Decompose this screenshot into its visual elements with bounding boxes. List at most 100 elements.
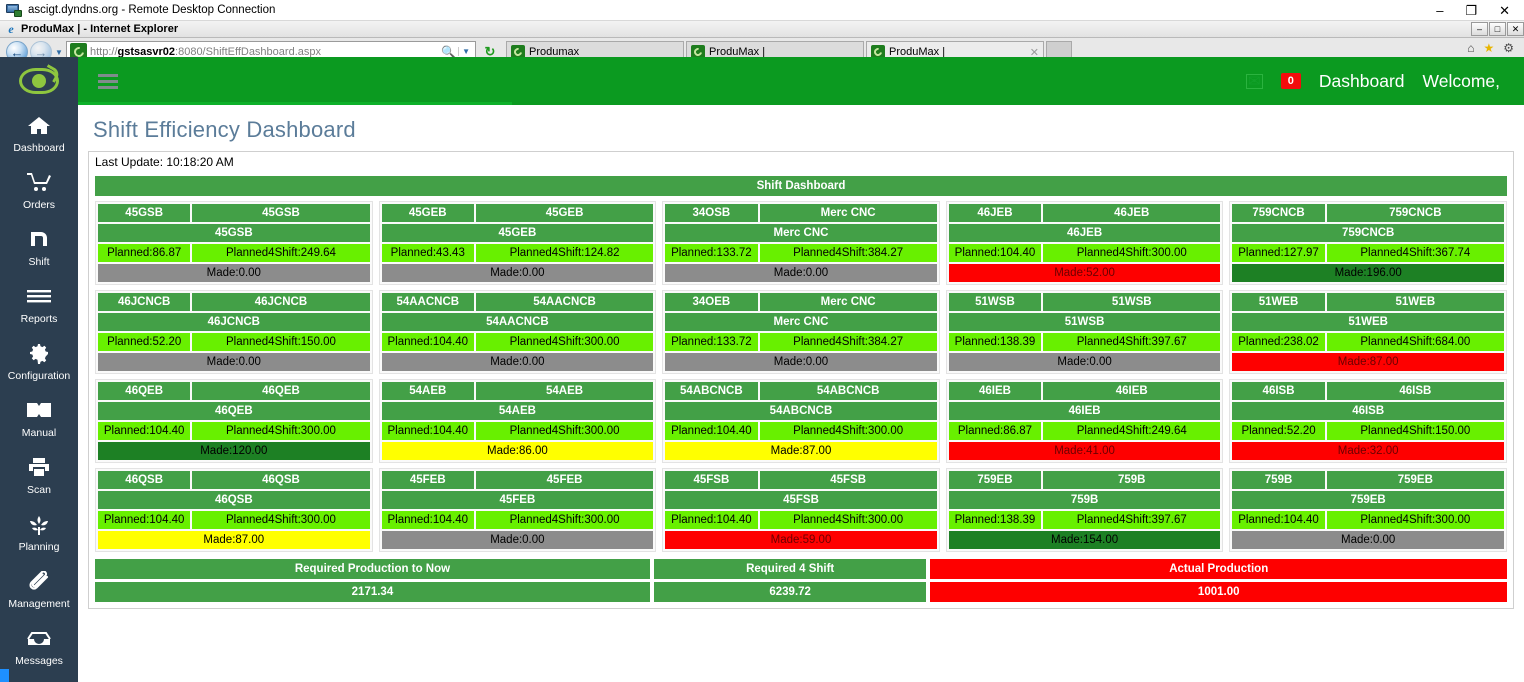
browser-minimize-button[interactable]: – [1471, 22, 1488, 36]
card-code-right: 54AACNCB [476, 293, 653, 311]
welcome-label[interactable]: Welcome, [1423, 71, 1500, 92]
machine-card[interactable]: 54ABCNCB54ABCNCB 54ABCNCB Planned:104.40… [662, 379, 940, 463]
sidebar-item-dashboard[interactable]: Dashboard [0, 105, 78, 162]
envelope-icon[interactable]: ✉ [1246, 74, 1263, 89]
sidebar-item-reports[interactable]: Reports [0, 276, 78, 333]
card-planned4shift: Planned4Shift:300.00 [192, 511, 369, 529]
sidebar-item-configuration[interactable]: Configuration [0, 333, 78, 390]
dashboard-row: 46JCNCB46JCNCB 46JCNCB Planned:52.20Plan… [95, 290, 1507, 374]
produmax-logo[interactable] [0, 57, 78, 105]
card-code-left: 51WSB [949, 293, 1041, 311]
card-planned: Planned:138.39 [949, 511, 1041, 529]
machine-card[interactable]: 54AACNCB54AACNCB 54AACNCB Planned:104.40… [379, 290, 657, 374]
machine-card[interactable]: 46QEB46QEB 46QEB Planned:104.40Planned4S… [95, 379, 373, 463]
machine-card[interactable]: 34OSBMerc CNC Merc CNC Planned:133.72Pla… [662, 201, 940, 285]
machine-card[interactable]: 54AEB54AEB 54AEB Planned:104.40Planned4S… [379, 379, 657, 463]
card-made: Made:0.00 [382, 264, 654, 282]
card-code-left: 46JCNCB [98, 293, 190, 311]
browser-titlebar: ProduMax | - Internet Explorer – □ ✕ [0, 21, 1524, 38]
machine-card[interactable]: 46JEB46JEB 46JEB Planned:104.40Planned4S… [946, 201, 1224, 285]
card-code-right: 759B [1043, 471, 1220, 489]
card-planned4shift: Planned4Shift:150.00 [1327, 422, 1504, 440]
card-planned4shift: Planned4Shift:300.00 [476, 333, 653, 351]
card-planned: Planned:52.20 [1232, 422, 1324, 440]
machine-card[interactable]: 46JCNCB46JCNCB 46JCNCB Planned:52.20Plan… [95, 290, 373, 374]
card-planned: Planned:133.72 [665, 333, 757, 351]
card-code-right: 54ABCNCB [760, 382, 937, 400]
sidebar-item-manual-label: Manual [0, 427, 78, 439]
card-planned: Planned:86.87 [949, 422, 1041, 440]
card-made: Made:87.00 [665, 442, 937, 460]
sidebar-item-planning[interactable]: Planning [0, 504, 78, 561]
sidebar-item-shift[interactable]: Shift [0, 219, 78, 276]
card-planned4shift: Planned4Shift:384.27 [760, 333, 937, 351]
card-code-right: 46QSB [192, 471, 369, 489]
last-update-label: Last Update: 10:18:20 AM [88, 151, 1514, 172]
machine-card[interactable]: 45GSB45GSB 45GSB Planned:86.87Planned4Sh… [95, 201, 373, 285]
card-code-left: 54ABCNCB [665, 382, 757, 400]
notification-badge[interactable]: 0 [1281, 73, 1301, 89]
browser-maximize-button[interactable]: □ [1489, 22, 1506, 36]
cart-icon [0, 172, 78, 198]
summary-label: Required 4 Shift [654, 559, 927, 579]
card-planned4shift: Planned4Shift:684.00 [1327, 333, 1504, 351]
paperclip-icon [0, 571, 78, 597]
favorites-icon[interactable]: ★ [1483, 41, 1494, 55]
card-code-left: 34OSB [665, 204, 757, 222]
sidebar-item-management[interactable]: Management [0, 561, 78, 618]
card-planned: Planned:104.40 [98, 422, 190, 440]
sidebar-item-messages[interactable]: Messages [0, 618, 78, 675]
machine-card[interactable]: 46ISB46ISB 46ISB Planned:52.20Planned4Sh… [1229, 379, 1507, 463]
card-planned: Planned:133.72 [665, 244, 757, 262]
dashboard-link[interactable]: Dashboard [1319, 71, 1405, 92]
card-planned4shift: Planned4Shift:300.00 [760, 422, 937, 440]
browser-close-button[interactable]: ✕ [1507, 22, 1524, 36]
machine-card[interactable]: 46IEB46IEB 46IEB Planned:86.87Planned4Sh… [946, 379, 1224, 463]
chevron-down-icon[interactable]: ▼ [458, 47, 473, 56]
machine-card[interactable]: 45FEB45FEB 45FEB Planned:104.40Planned4S… [379, 468, 657, 552]
card-planned: Planned:138.39 [949, 333, 1041, 351]
summary-required-to-now: Required Production to Now 2171.34 [95, 559, 650, 602]
book-icon [0, 400, 78, 426]
card-planned4shift: Planned4Shift:124.82 [476, 244, 653, 262]
machine-card[interactable]: 34OEBMerc CNC Merc CNC Planned:133.72Pla… [662, 290, 940, 374]
card-code-right: 46JCNCB [192, 293, 369, 311]
rdp-minimize-button[interactable]: – [1436, 4, 1443, 17]
card-planned: Planned:43.43 [382, 244, 474, 262]
machine-card[interactable]: 46QSB46QSB 46QSB Planned:104.40Planned4S… [95, 468, 373, 552]
topbar: ✉ 0 Dashboard Welcome, [78, 57, 1524, 105]
card-title: 45GSB [98, 224, 370, 242]
card-code-left: 54AEB [382, 382, 474, 400]
card-title: 51WSB [949, 313, 1221, 331]
sidebar-item-manual[interactable]: Manual [0, 390, 78, 447]
sidebar-item-scan-label: Scan [0, 484, 78, 496]
machine-card[interactable]: 45GEB45GEB 45GEB Planned:43.43Planned4Sh… [379, 201, 657, 285]
rdp-restore-button[interactable]: ❐ [1465, 4, 1477, 17]
card-planned: Planned:52.20 [98, 333, 190, 351]
card-planned: Planned:104.40 [382, 511, 474, 529]
hamburger-icon[interactable] [98, 74, 118, 89]
card-title: 45FSB [665, 491, 937, 509]
card-code-left: 759EB [949, 471, 1041, 489]
home-icon[interactable]: ⌂ [1467, 41, 1474, 55]
machine-card[interactable]: 51WSB51WSB 51WSB Planned:138.39Planned4S… [946, 290, 1224, 374]
card-title: 45GEB [382, 224, 654, 242]
card-planned4shift: Planned4Shift:397.67 [1043, 511, 1220, 529]
sidebar-item-scan[interactable]: Scan [0, 447, 78, 504]
machine-card[interactable]: 759EB759B 759B Planned:138.39Planned4Shi… [946, 468, 1224, 552]
internet-explorer-icon [4, 23, 18, 36]
card-title: 759B [949, 491, 1221, 509]
card-code-right: 45GSB [192, 204, 369, 222]
sidebar-item-orders[interactable]: Orders [0, 162, 78, 219]
summary-value: 2171.34 [95, 582, 650, 602]
machine-card[interactable]: 759CNCB759CNCB 759CNCB Planned:127.97Pla… [1229, 201, 1507, 285]
machine-card[interactable]: 45FSB45FSB 45FSB Planned:104.40Planned4S… [662, 468, 940, 552]
card-made: Made:41.00 [949, 442, 1221, 460]
sidebar-item-dashboard-label: Dashboard [0, 142, 78, 154]
card-made: Made:0.00 [98, 353, 370, 371]
rdp-close-button[interactable]: ✕ [1499, 4, 1510, 17]
gear-icon[interactable]: ⚙ [1503, 41, 1514, 55]
card-code-left: 45GEB [382, 204, 474, 222]
machine-card[interactable]: 51WEB51WEB 51WEB Planned:238.02Planned4S… [1229, 290, 1507, 374]
machine-card[interactable]: 759B759EB 759EB Planned:104.40Planned4Sh… [1229, 468, 1507, 552]
